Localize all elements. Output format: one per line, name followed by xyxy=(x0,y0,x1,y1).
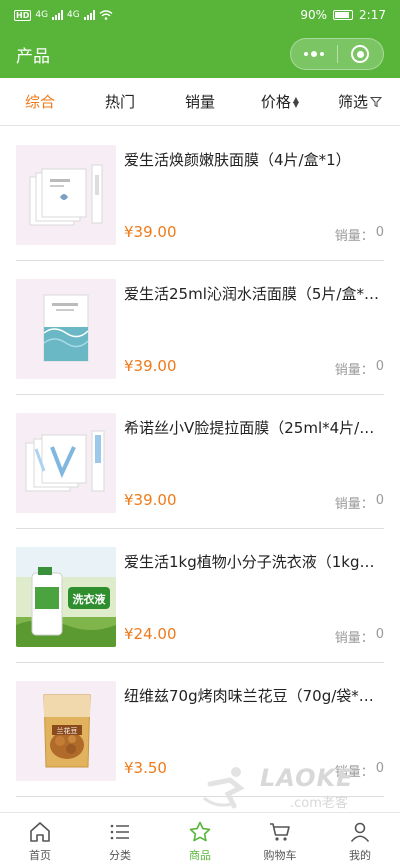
bottom-tab-bar: 首页 分类 商品 购物车 我的 xyxy=(0,812,400,866)
detergent-label: 洗衣液 xyxy=(73,592,107,606)
tab-sales[interactable]: 销量 xyxy=(160,91,240,112)
tab-comprehensive[interactable]: 综合 xyxy=(0,91,80,112)
nav-bar: 产品 xyxy=(0,30,400,78)
more-button[interactable] xyxy=(291,39,337,69)
signal-icon xyxy=(52,10,64,20)
battery-percent: 90% xyxy=(300,8,328,22)
product-name[interactable]: 爱生活焕颜嫩肤面膜（4片/盒*1） xyxy=(124,149,382,170)
target-icon xyxy=(351,45,370,63)
product-list: 爱生活焕颜嫩肤面膜（4片/盒*1） ¥39.00 销量： 0 爱生活25ml沁润水… xyxy=(0,127,400,797)
product-name[interactable]: 爱生活25ml沁润水活面膜（5片/盒*1） xyxy=(124,283,382,304)
beans-label: 兰花豆 xyxy=(57,726,78,735)
battery-icon xyxy=(333,10,354,20)
tab-products[interactable]: 商品 xyxy=(160,813,240,866)
tab-filter[interactable]: 筛选 xyxy=(320,91,400,112)
home-icon xyxy=(30,822,50,842)
watermark: LAOKE .com老客 xyxy=(200,762,370,812)
product-image[interactable]: 洗衣液 xyxy=(16,547,116,647)
list-icon xyxy=(110,824,129,840)
signal-label-2: 4G xyxy=(67,10,80,20)
product-item[interactable]: 希诺丝小V脸提拉面膜（25ml*4片/盒*1） ¥39.00 销量： 0 xyxy=(16,395,384,529)
product-image[interactable] xyxy=(16,413,116,513)
cart-icon xyxy=(270,823,290,841)
product-name[interactable]: 纽维兹70g烤肉味兰花豆（70g/袋*1） xyxy=(124,685,382,706)
product-image[interactable] xyxy=(16,145,116,245)
product-sales: 销量： 0 xyxy=(334,225,384,244)
product-sales: 销量： 0 xyxy=(334,493,384,512)
product-image[interactable]: 兰花豆 xyxy=(16,681,116,781)
sort-bar: 综合 热门 销量 价格 ▲ ▼ 筛选 xyxy=(0,78,400,126)
tab-cart[interactable]: 购物车 xyxy=(240,813,320,866)
tab-hot[interactable]: 热门 xyxy=(80,91,160,112)
product-price: ¥3.50 xyxy=(124,759,167,777)
star-icon xyxy=(189,821,211,842)
product-name[interactable]: 希诺丝小V脸提拉面膜（25ml*4片/盒*1） xyxy=(124,417,382,438)
clock: 2:17 xyxy=(359,8,386,22)
network-indicators: HD 4G 4G xyxy=(14,9,113,21)
wifi-icon xyxy=(99,10,113,20)
sort-arrows-icon: ▲ ▼ xyxy=(292,94,300,109)
miniprogram-capsule xyxy=(290,38,384,70)
product-item[interactable]: 爱生活25ml沁润水活面膜（5片/盒*1） ¥39.00 销量： 0 xyxy=(16,261,384,395)
status-bar: HD 4G 4G 90% 2:17 xyxy=(0,0,400,30)
runner-logo-icon xyxy=(203,767,245,809)
product-price: ¥39.00 xyxy=(124,491,177,509)
product-name[interactable]: 爱生活1kg植物小分子洗衣液（1kg*1） xyxy=(124,551,382,572)
close-miniprogram-button[interactable] xyxy=(338,39,384,69)
product-item[interactable]: 爱生活焕颜嫩肤面膜（4片/盒*1） ¥39.00 销量： 0 xyxy=(16,127,384,261)
filter-icon xyxy=(370,96,382,107)
more-dots-icon xyxy=(303,51,324,57)
product-price: ¥24.00 xyxy=(124,625,177,643)
hd-badge: HD xyxy=(14,9,32,21)
product-item[interactable]: 洗衣液 爱生活1kg植物小分子洗衣液（1kg*1） ¥24.00 销量： 0 xyxy=(16,529,384,663)
page-title: 产品 xyxy=(16,46,50,67)
tab-category[interactable]: 分类 xyxy=(80,813,160,866)
tab-mine[interactable]: 我的 xyxy=(320,813,400,866)
tab-home[interactable]: 首页 xyxy=(0,813,80,866)
product-price: ¥39.00 xyxy=(124,357,177,375)
product-price: ¥39.00 xyxy=(124,223,177,241)
product-sales: 销量： 0 xyxy=(334,627,384,646)
signal-icon-2 xyxy=(83,10,95,20)
tab-price[interactable]: 价格 ▲ ▼ xyxy=(240,91,320,112)
product-sales: 销量： 0 xyxy=(334,359,384,378)
product-image[interactable] xyxy=(16,279,116,379)
user-icon xyxy=(350,822,370,843)
signal-label-1: 4G xyxy=(35,10,49,20)
